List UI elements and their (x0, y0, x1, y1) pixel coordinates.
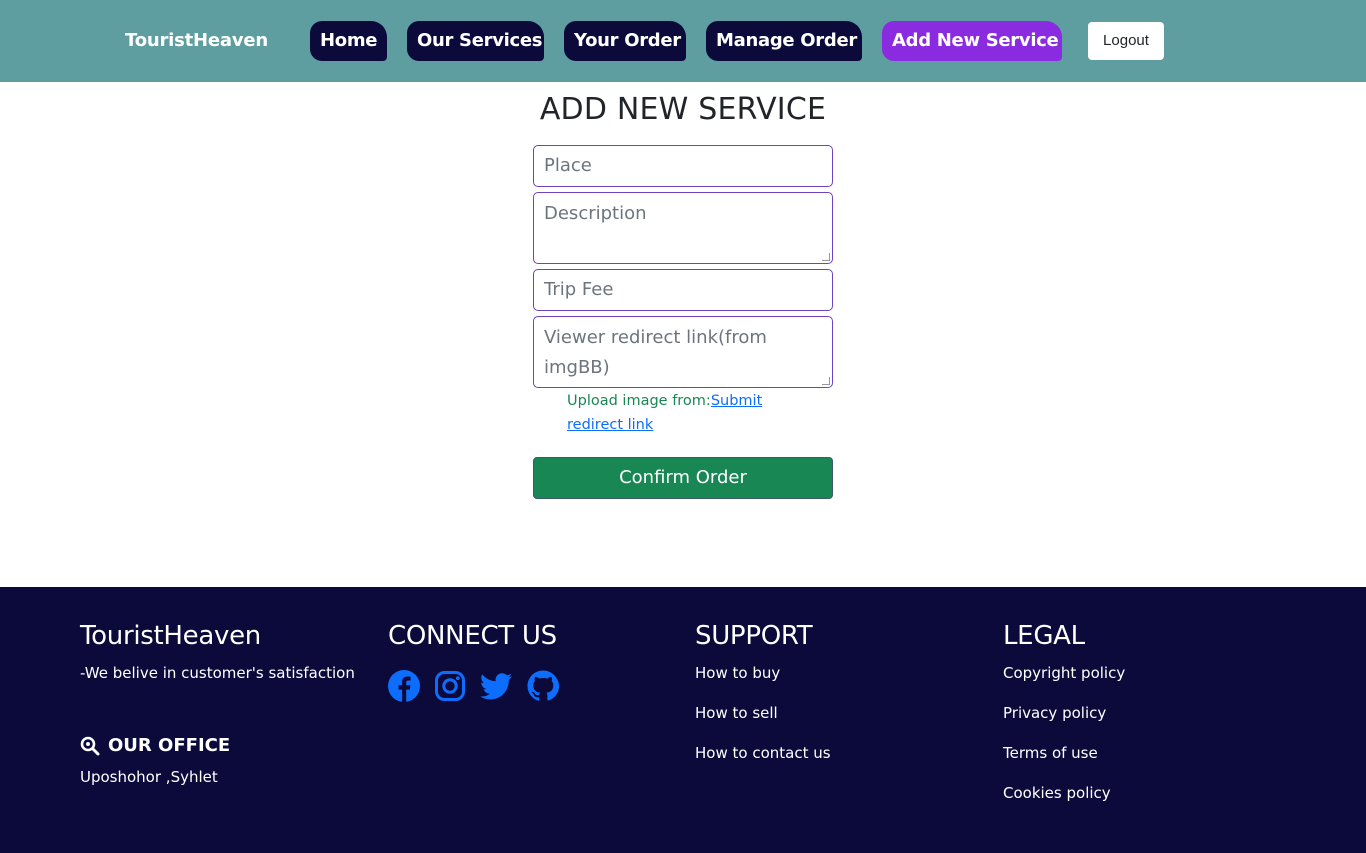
support-heading: SUPPORT (695, 621, 813, 651)
search-location-icon (80, 736, 100, 755)
nav-your-order[interactable]: Your Order (564, 21, 686, 61)
nav-home[interactable]: Home (310, 21, 387, 61)
logout-button[interactable]: Logout (1088, 22, 1164, 60)
nav-manage-order[interactable]: Manage Order (706, 21, 862, 61)
footer-tagline: -We belive in customer's satisfaction (80, 664, 355, 682)
legal-link-privacy[interactable]: Privacy policy (1003, 704, 1106, 722)
footer: TouristHeaven -We belive in customer's s… (0, 587, 1366, 853)
legal-heading: LEGAL (1003, 621, 1085, 651)
nav-our-services[interactable]: Our Services (407, 21, 544, 61)
footer-brand: TouristHeaven (80, 621, 261, 651)
upload-prefix: Upload image from: (567, 393, 711, 409)
nav-add-new-service[interactable]: Add New Service (882, 21, 1062, 61)
connect-heading: CONNECT US (388, 621, 557, 651)
place-input[interactable]: Place (533, 145, 833, 187)
support-link-how-to-buy[interactable]: How to buy (695, 664, 780, 682)
top-navbar: TouristHeaven Home Our Services Your Ord… (0, 0, 1366, 82)
github-icon[interactable] (527, 670, 559, 702)
instagram-icon[interactable] (434, 670, 466, 702)
support-link-contact[interactable]: How to contact us (695, 744, 831, 762)
office-heading: OUR OFFICE (80, 735, 230, 756)
confirm-order-button[interactable]: Confirm Order (533, 457, 833, 499)
office-address: Uposhohor ,Syhlet (80, 768, 218, 786)
twitter-icon[interactable] (479, 670, 513, 702)
support-link-how-to-sell[interactable]: How to sell (695, 704, 778, 722)
office-heading-label: OUR OFFICE (108, 735, 231, 756)
legal-link-terms[interactable]: Terms of use (1003, 744, 1098, 762)
upload-note: Upload image from:Submit redirect link (567, 389, 797, 437)
description-textarea[interactable]: Description (533, 192, 833, 264)
legal-link-copyright[interactable]: Copyright policy (1003, 664, 1125, 682)
legal-link-cookies[interactable]: Cookies policy (1003, 784, 1111, 802)
brand-logo[interactable]: TouristHeaven (125, 30, 268, 51)
page-title: ADD NEW SERVICE (539, 92, 827, 127)
image-link-textarea[interactable]: Viewer redirect link(from imgBB) (533, 316, 833, 388)
facebook-icon[interactable] (388, 670, 420, 702)
trip-fee-input[interactable]: Trip Fee (533, 269, 833, 311)
